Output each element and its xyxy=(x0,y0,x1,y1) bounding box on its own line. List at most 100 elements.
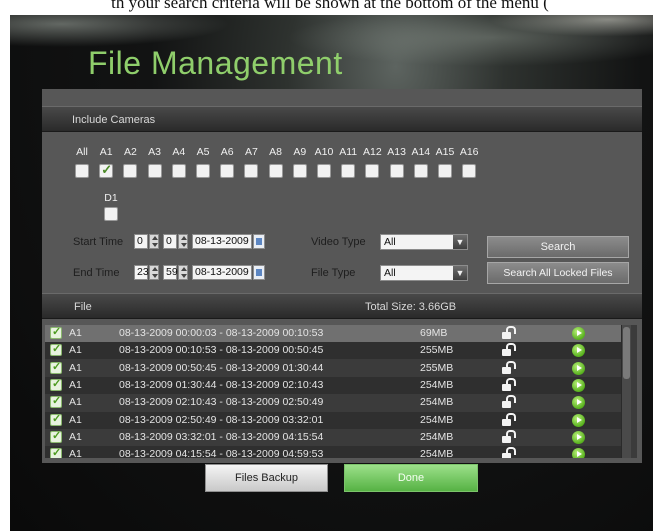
file-row[interactable]: A1 08-13-2009 03:32:01 - 08-13-2009 04:15… xyxy=(45,429,625,446)
video-type-label: Video Type xyxy=(311,236,366,248)
camera-checkbox-a11[interactable] xyxy=(341,164,356,178)
camera-label-a7: A7 xyxy=(244,146,258,158)
page-title: File Management xyxy=(88,45,343,81)
file-time-range: 08-13-2009 04:15:54 - 08-13-2009 04:59:5… xyxy=(119,448,324,458)
file-checkbox[interactable] xyxy=(50,394,62,409)
play-icon[interactable] xyxy=(572,327,585,340)
end-hour-spinner[interactable] xyxy=(149,265,159,280)
search-button[interactable]: Search xyxy=(487,236,629,258)
camera-checkbox-d1[interactable] xyxy=(104,207,118,221)
file-camera: A1 xyxy=(69,327,82,339)
camera-checkbox-a16[interactable] xyxy=(462,164,477,178)
camera-checkbox-a13[interactable] xyxy=(389,164,404,178)
file-camera: A1 xyxy=(69,378,82,391)
file-checkbox[interactable] xyxy=(50,412,62,426)
file-column-title: File xyxy=(74,301,92,313)
file-list-scrollbar[interactable] xyxy=(621,325,631,458)
file-checkbox[interactable] xyxy=(50,446,62,458)
file-row[interactable]: A1 08-13-2009 04:15:54 - 08-13-2009 04:59… xyxy=(45,446,625,458)
play-icon[interactable] xyxy=(572,396,585,410)
file-row[interactable]: A1 08-13-2009 00:10:53 - 08-13-2009 00:50… xyxy=(45,342,625,360)
play-icon[interactable] xyxy=(572,430,585,444)
unlock-icon[interactable] xyxy=(500,447,516,458)
end-hour-field[interactable]: 23 xyxy=(134,265,149,280)
play-icon[interactable] xyxy=(572,344,585,358)
files-backup-button[interactable]: Files Backup xyxy=(205,464,328,492)
unlock-icon[interactable] xyxy=(500,429,516,444)
end-minute-field[interactable]: 59 xyxy=(163,265,178,280)
file-size: 255MB xyxy=(420,344,454,357)
camera-checkbox-a6[interactable] xyxy=(220,164,235,178)
file-size: 254MB xyxy=(420,430,454,443)
total-size-label: Total Size: 3.66GB xyxy=(365,301,457,313)
play-icon[interactable] xyxy=(572,448,585,458)
camera-checkbox-a9[interactable] xyxy=(292,164,307,178)
start-minute-spinner[interactable] xyxy=(178,234,188,249)
start-minute-field[interactable]: 0 xyxy=(163,234,177,249)
play-icon[interactable] xyxy=(572,378,585,392)
camera-checkbox-a7[interactable] xyxy=(244,164,259,178)
end-time-label: End Time xyxy=(73,267,120,279)
file-type-value: All xyxy=(384,267,396,279)
file-checkbox[interactable] xyxy=(50,429,62,443)
camera-checkbox-a15[interactable] xyxy=(438,164,452,178)
file-checkbox[interactable] xyxy=(50,342,62,357)
play-icon[interactable] xyxy=(572,361,585,375)
file-camera: A1 xyxy=(69,430,82,443)
file-camera: A1 xyxy=(69,448,82,458)
camera-checkbox-a14[interactable] xyxy=(413,164,428,178)
camera-label-a13: A13 xyxy=(387,146,406,158)
start-calendar-icon[interactable] xyxy=(253,234,265,249)
search-all-locked-files-button[interactable]: Search All Locked Files xyxy=(487,262,629,284)
end-calendar-icon[interactable] xyxy=(253,265,265,280)
camera-label-a14: A14 xyxy=(411,146,431,158)
file-row[interactable]: A1 08-13-2009 00:00:03 - 08-13-2009 00:10… xyxy=(45,325,625,342)
camera-label-a9: A9 xyxy=(293,146,307,158)
file-row[interactable]: A1 08-13-2009 02:50:49 - 08-13-2009 03:32… xyxy=(45,411,625,429)
file-checkbox[interactable] xyxy=(50,377,62,391)
done-button[interactable]: Done xyxy=(344,464,478,492)
file-type-label: File Type xyxy=(311,267,356,279)
unlock-icon[interactable] xyxy=(500,395,516,409)
unlock-icon[interactable] xyxy=(500,360,516,375)
camera-checkbox-a5[interactable] xyxy=(196,164,210,178)
unlock-icon[interactable] xyxy=(500,377,516,392)
camera-checkbox-a10[interactable] xyxy=(317,164,331,178)
scrollbar-thumb[interactable] xyxy=(623,327,630,379)
file-checkbox[interactable] xyxy=(50,325,62,339)
file-row[interactable]: A1 08-13-2009 00:50:45 - 08-13-2009 01:30… xyxy=(45,360,625,377)
play-icon[interactable] xyxy=(572,413,585,427)
camera-label-a5: A5 xyxy=(196,146,210,158)
end-minute-spinner[interactable] xyxy=(178,265,188,280)
start-hour-field[interactable]: 0 xyxy=(134,234,148,249)
camera-label-a1: A1 xyxy=(99,146,113,158)
camera-checkbox-a12[interactable] xyxy=(365,164,380,178)
file-row[interactable]: A1 08-13-2009 01:30:44 - 08-13-2009 02:10… xyxy=(45,376,625,394)
end-date-field[interactable]: 08-13-2009 xyxy=(192,265,252,280)
camera-checkbox-all[interactable] xyxy=(75,164,89,178)
file-row[interactable]: A1 08-13-2009 02:10:43 - 08-13-2009 02:50… xyxy=(45,394,625,411)
camera-checkbox-a3[interactable] xyxy=(147,164,162,178)
unlock-icon[interactable] xyxy=(500,412,516,427)
start-hour-spinner[interactable] xyxy=(149,234,159,249)
camera-label-a15: A15 xyxy=(435,146,455,158)
camera-label-d1: D1 xyxy=(104,192,118,204)
camera-checkbox-a8[interactable] xyxy=(268,164,283,178)
unlock-icon[interactable] xyxy=(500,326,516,340)
start-date-field[interactable]: 08-13-2009 xyxy=(192,234,252,249)
unlock-icon[interactable] xyxy=(500,343,516,357)
file-list: A1 08-13-2009 00:00:03 - 08-13-2009 00:10… xyxy=(45,325,637,458)
file-type-select[interactable]: All ▼ xyxy=(380,265,468,281)
camera-checkbox-a2[interactable] xyxy=(123,164,138,178)
camera-checkbox-a1[interactable] xyxy=(99,162,114,178)
file-size: 254MB xyxy=(420,396,454,409)
camera-label-a16: A16 xyxy=(459,146,479,158)
file-time-range: 08-13-2009 00:50:45 - 08-13-2009 01:30:4… xyxy=(119,361,324,374)
camera-label-a6: A6 xyxy=(220,146,234,158)
file-camera: A1 xyxy=(69,361,82,374)
video-type-value: All xyxy=(384,236,396,248)
camera-label-a4: A4 xyxy=(172,146,186,158)
camera-checkbox-a4[interactable] xyxy=(171,164,186,178)
video-type-select[interactable]: All ▼ xyxy=(380,234,468,250)
file-checkbox[interactable] xyxy=(50,360,62,374)
